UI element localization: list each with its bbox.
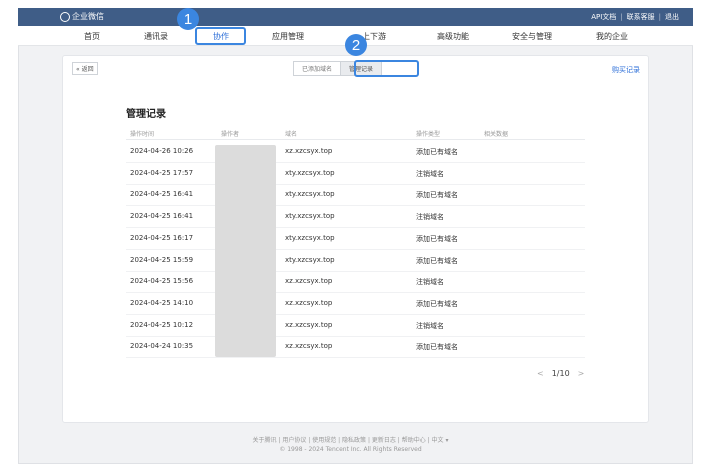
prev-page-button[interactable]: <	[537, 369, 544, 378]
cell-time: 2024-04-25 16:17	[130, 233, 194, 242]
logo-text: 企业微信	[72, 12, 104, 21]
nav-security[interactable]: 安全与管理	[512, 31, 552, 42]
table-row: 2024-04-25 17:57 xty.xzcsyx.top 注销域名	[126, 162, 585, 185]
cell-time: 2024-04-26 10:26	[130, 147, 194, 155]
footer-links[interactable]: 关于腾讯 | 用户协议 | 使用规范 | 隐私政策 | 更新日志 | 帮助中心 …	[0, 435, 701, 444]
logo-icon	[60, 11, 70, 22]
pagination: < 1/10 >	[537, 369, 584, 378]
cell-domain: xty.xzcsyx.top	[285, 233, 335, 242]
cell-operation-type: 添加已有域名	[416, 256, 458, 265]
cell-time: 2024-04-25 10:12	[130, 320, 194, 329]
cell-time: 2024-04-25 17:57	[130, 168, 194, 177]
table-row: 2024-04-26 10:26 xz.xzcsyx.top 添加已有域名	[126, 140, 585, 163]
annotation-badge-2: 2	[345, 34, 367, 56]
cell-time: 2024-04-25 15:56	[130, 277, 194, 286]
redacted-operator-column	[215, 145, 276, 357]
cell-time: 2024-04-25 15:59	[130, 255, 194, 264]
table-row: 2024-04-25 16:41 xty.xzcsyx.top 添加已有域名	[126, 183, 585, 207]
cell-domain: xty.xzcsyx.top	[285, 255, 335, 264]
footer-copyright: © 1998 - 2024 Tencent Inc. All Rights Re…	[279, 446, 422, 453]
cell-operation-type: 注销域名	[416, 321, 444, 330]
header-time: 操作时间	[130, 131, 155, 138]
back-button[interactable]: « 返回	[72, 62, 98, 75]
table-row: 2024-04-24 10:35 xz.xzcsyx.top 添加已有域名	[126, 335, 585, 359]
cell-operation-type: 注销域名	[416, 278, 444, 287]
contact-support-link[interactable]: 联系客服	[627, 12, 655, 22]
nav-advanced[interactable]: 高级功能	[437, 31, 469, 42]
cell-domain: xz.xzcsyx.top	[285, 320, 333, 329]
table-row: 2024-04-25 14:10 xz.xzcsyx.top 添加已有域名	[126, 292, 585, 315]
cell-operation-type: 添加已有域名	[416, 343, 458, 352]
cell-operation-type: 注销域名	[416, 169, 444, 178]
nav-app-management[interactable]: 应用管理	[272, 31, 304, 42]
top-links: API文档 | 联系客服 | 退出	[591, 12, 679, 22]
header-operation-type: 操作类型	[416, 131, 441, 138]
next-page-button[interactable]: >	[578, 369, 585, 378]
separator: |	[620, 13, 623, 21]
cell-domain: xz.xzcsyx.top	[285, 342, 333, 351]
purchase-records-link[interactable]: 购买记录	[612, 65, 640, 75]
cell-domain: xty.xzcsyx.top	[285, 190, 335, 199]
cell-domain: xty.xzcsyx.top	[285, 212, 335, 221]
logout-link[interactable]: 退出	[665, 12, 679, 22]
header-domain: 域名	[285, 131, 298, 138]
cell-time: 2024-04-25 16:41	[130, 190, 194, 199]
cell-time: 2024-04-25 14:10	[130, 298, 194, 307]
nav-my-enterprise[interactable]: 我的企业	[596, 31, 628, 42]
table-row: 2024-04-25 10:12 xz.xzcsyx.top 注销域名	[126, 314, 585, 337]
cell-domain: xty.xzcsyx.top	[285, 168, 335, 177]
header-operator: 操作者	[221, 131, 240, 138]
cell-domain: xz.xzcsyx.top	[285, 147, 333, 155]
cell-domain: xz.xzcsyx.top	[285, 277, 333, 286]
table-row: 2024-04-25 15:59 xty.xzcsyx.top 添加已有域名	[126, 249, 585, 272]
highlight-management-records	[354, 60, 419, 77]
top-bar: 企业微信 API文档 | 联系客服 | 退出	[18, 8, 693, 26]
cell-operation-type: 注销域名	[416, 213, 444, 222]
cell-operation-type: 添加已有域名	[416, 148, 458, 156]
table-header: 操作时间 操作者 域名 操作类型 相关数据	[126, 127, 585, 140]
cell-time: 2024-04-24 10:35	[130, 342, 194, 351]
cell-operation-type: 添加已有域名	[416, 299, 458, 308]
api-docs-link[interactable]: API文档	[591, 12, 616, 22]
cell-operation-type: 添加已有域名	[416, 234, 458, 243]
header-related-data: 相关数据	[484, 131, 509, 138]
table-row: 2024-04-25 15:56 xz.xzcsyx.top 注销域名	[126, 270, 585, 294]
table-row: 2024-04-25 16:41 xty.xzcsyx.top 注销域名	[126, 205, 585, 229]
tab-added-domains[interactable]: 已添加域名	[293, 61, 341, 76]
highlight-collaboration	[195, 27, 246, 45]
nav-contacts[interactable]: 通讯录	[144, 31, 168, 42]
annotation-badge-1: 1	[177, 8, 199, 30]
page-indicator: 1/10	[551, 369, 570, 378]
logo[interactable]: 企业微信	[60, 11, 104, 22]
nav-home[interactable]: 首页	[84, 31, 100, 42]
page-title: 管理记录	[126, 109, 166, 120]
cell-time: 2024-04-25 16:41	[130, 212, 194, 221]
separator: |	[658, 13, 661, 21]
cell-domain: xz.xzcsyx.top	[285, 298, 333, 307]
table-row: 2024-04-25 16:17 xty.xzcsyx.top 添加已有域名	[126, 227, 585, 250]
cell-operation-type: 添加已有域名	[416, 191, 458, 200]
